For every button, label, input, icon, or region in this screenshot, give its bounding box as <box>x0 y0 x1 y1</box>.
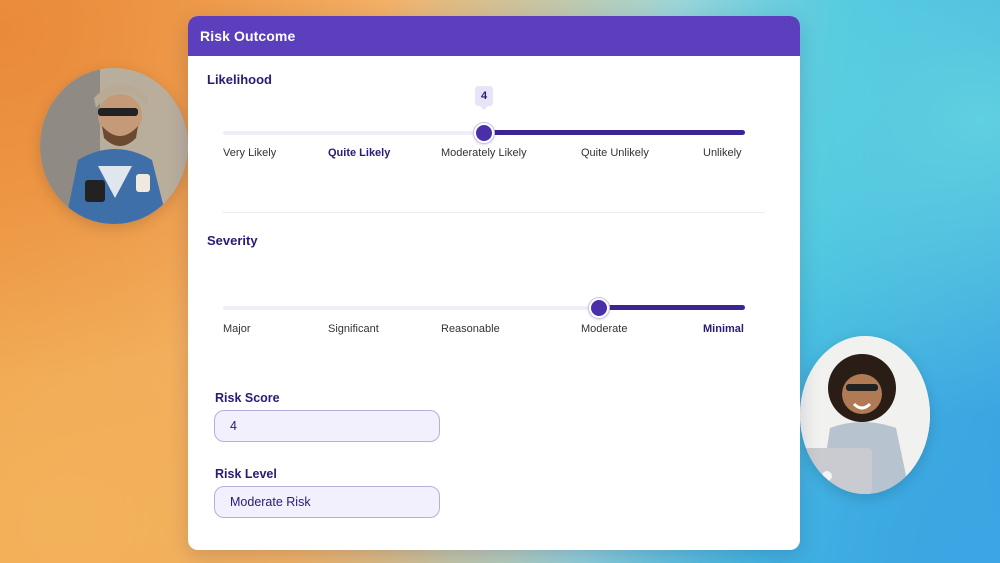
card-header: Risk Outcome <box>188 16 800 56</box>
likelihood-slider-thumb[interactable] <box>474 123 494 143</box>
section-divider <box>223 212 765 213</box>
likelihood-option[interactable]: Quite Likely <box>328 147 390 159</box>
likelihood-slider[interactable]: 4 <box>223 86 745 143</box>
severity-slider-thumb[interactable] <box>588 298 609 318</box>
risk-outcome-card: Risk Outcome Likelihood 4 Very Likely Qu… <box>188 16 800 550</box>
likelihood-track-fill <box>484 130 745 135</box>
likelihood-option[interactable]: Moderately Likely <box>441 147 527 159</box>
severity-option[interactable]: Reasonable <box>441 323 500 335</box>
severity-option[interactable]: Moderate <box>581 323 627 335</box>
risk-score-value: 4 <box>230 419 237 433</box>
risk-level-field[interactable]: Moderate Risk <box>214 486 440 518</box>
likelihood-option[interactable]: Quite Unlikely <box>581 147 649 159</box>
woman-photo-illustration <box>800 336 930 494</box>
likelihood-option[interactable]: Very Likely <box>223 147 276 159</box>
risk-score-label: Risk Score <box>215 391 280 405</box>
severity-option[interactable]: Significant <box>328 323 379 335</box>
severity-option[interactable]: Major <box>223 323 251 335</box>
man-with-phone-photo <box>40 68 188 224</box>
man-photo-illustration <box>40 68 188 224</box>
severity-track-fill <box>598 305 745 310</box>
likelihood-label: Likelihood <box>207 72 272 87</box>
likelihood-option[interactable]: Unlikely <box>703 147 742 159</box>
severity-label: Severity <box>207 233 258 248</box>
risk-level-label: Risk Level <box>215 467 277 481</box>
severity-slider[interactable] <box>223 298 745 318</box>
risk-score-field[interactable]: 4 <box>214 410 440 442</box>
risk-level-value: Moderate Risk <box>230 495 311 509</box>
likelihood-value-tooltip: 4 <box>475 86 493 110</box>
severity-option[interactable]: Minimal <box>703 323 744 335</box>
card-title: Risk Outcome <box>200 28 296 44</box>
woman-with-laptop-photo <box>800 336 930 494</box>
